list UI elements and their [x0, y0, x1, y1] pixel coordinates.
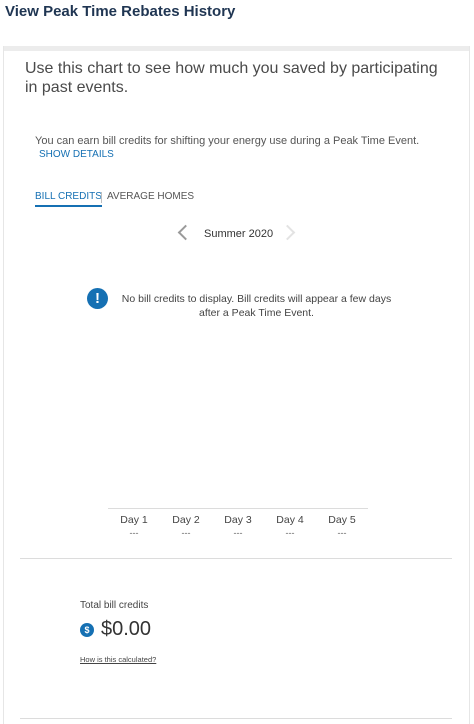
season-selector: Summer 2020: [174, 224, 299, 246]
day-value: ---: [233, 528, 243, 538]
tab-separator: [101, 192, 102, 203]
day-axis: Day 1 --- Day 2 --- Day 3 --- Day 4 --- …: [108, 508, 368, 538]
alert-message: No bill credits to display. Bill credits…: [121, 293, 392, 319]
day-value: ---: [129, 528, 139, 538]
total-credits-value: $0.00: [101, 618, 152, 640]
show-details-link[interactable]: SHOW DETAILS: [39, 149, 114, 160]
info-icon: !: [87, 288, 108, 309]
rebates-panel: Use this chart to see how much you saved…: [3, 46, 470, 724]
chevron-left-icon[interactable]: [177, 224, 194, 241]
no-credits-alert: ! No bill credits to display. Bill credi…: [87, 287, 407, 327]
tab-bill-credits[interactable]: BILL CREDITS: [35, 191, 102, 207]
page-title: View Peak Time Rebates History: [5, 3, 236, 20]
day-value: ---: [285, 528, 295, 538]
tab-average-homes[interactable]: AVERAGE HOMES: [107, 191, 194, 202]
day-label: Day 1: [120, 514, 148, 526]
day-item: Day 5 ---: [316, 514, 368, 538]
day-label: Day 5: [328, 514, 356, 526]
day-item: Day 4 ---: [264, 514, 316, 538]
section-divider: [20, 558, 452, 559]
day-label: Day 3: [224, 514, 252, 526]
day-value: ---: [181, 528, 191, 538]
day-label: Day 2: [172, 514, 200, 526]
day-label: Day 4: [276, 514, 304, 526]
page-header: View Peak Time Rebates History: [0, 0, 474, 46]
bottom-divider: [20, 718, 452, 719]
season-label: Summer 2020: [204, 228, 274, 240]
chevron-right-icon[interactable]: [279, 224, 296, 241]
day-item: Day 3 ---: [212, 514, 264, 538]
dollar-icon: $: [80, 623, 94, 637]
total-credits-label: Total bill credits: [80, 600, 149, 611]
intro-text: Use this chart to see how much you saved…: [25, 60, 438, 96]
axis-line: [108, 508, 368, 509]
day-item: Day 1 ---: [108, 514, 160, 538]
day-value: ---: [337, 528, 347, 538]
info-text: You can earn bill credits for shifting y…: [35, 135, 420, 147]
day-item: Day 2 ---: [160, 514, 212, 538]
how-calculated-link[interactable]: How is this calculated?: [80, 655, 156, 664]
